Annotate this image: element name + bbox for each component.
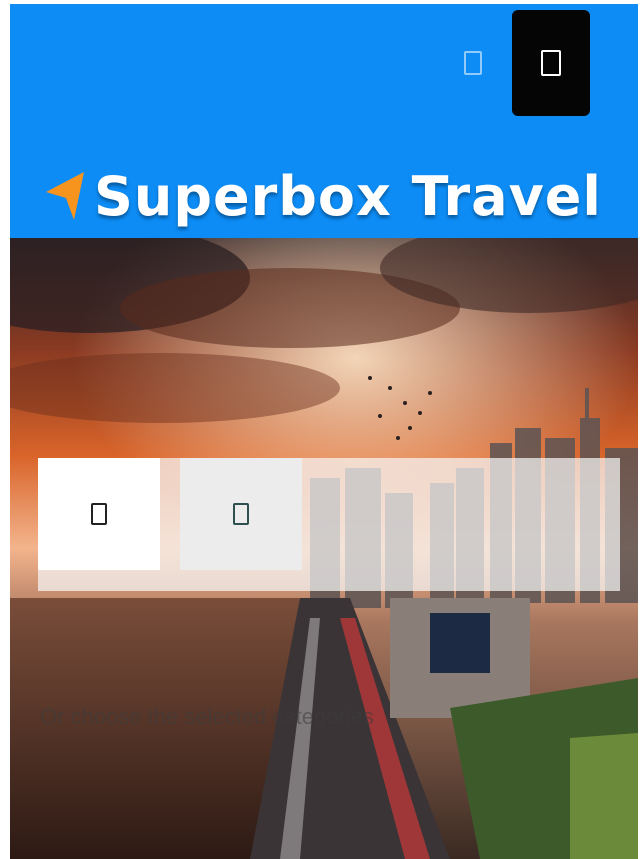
menu-button[interactable] [512, 10, 590, 116]
brand-logo[interactable]: Superbox Travel [44, 154, 624, 238]
app-frame: Superbox Travel Or choose the selected c… [10, 4, 638, 859]
logo-arrow-icon [46, 172, 84, 220]
search-type-icon [233, 503, 249, 525]
header: Superbox Travel [10, 4, 638, 238]
search-type-icon [91, 503, 107, 525]
search-tab-2[interactable] [180, 458, 302, 570]
search-panel [38, 458, 620, 591]
search-tab-1[interactable] [38, 458, 160, 570]
menu-icon [541, 50, 561, 76]
category-hint-text: Or choose the selected categories [40, 704, 374, 729]
header-icon-button[interactable] [458, 48, 488, 78]
generic-icon [464, 51, 482, 75]
brand-name: Superbox Travel [94, 164, 602, 228]
